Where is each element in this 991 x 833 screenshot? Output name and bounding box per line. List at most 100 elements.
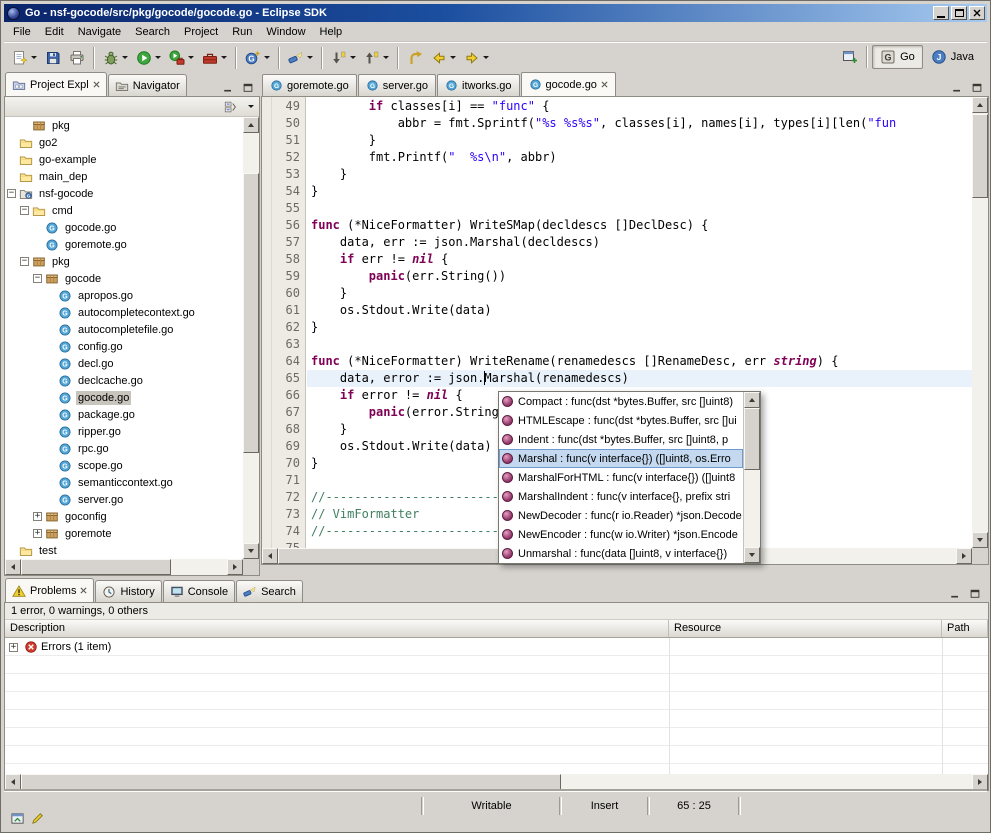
code-line-55[interactable]	[307, 200, 972, 217]
tree-item-decl-go[interactable]: Gdecl.go	[5, 355, 243, 372]
minimize-view-button[interactable]	[948, 80, 966, 96]
tree-item-cmd[interactable]: −cmd	[5, 202, 243, 219]
search-button[interactable]	[284, 46, 317, 70]
completion-item-marshalindent[interactable]: MarshalIndent : func(v interface{}, pref…	[499, 487, 743, 506]
explorer-horizontal-scrollbar[interactable]	[5, 559, 243, 575]
code-line-57[interactable]: data, err := json.Marshal(decldescs)	[307, 234, 972, 251]
perspective-go-button[interactable]: GGo	[872, 45, 923, 69]
dropdown-arrow-icon[interactable]	[188, 56, 194, 59]
scroll-up-button[interactable]	[243, 117, 259, 133]
tree-item-server-go[interactable]: Gserver.go	[5, 491, 243, 508]
tree-item-apropos-go[interactable]: Gapropos.go	[5, 287, 243, 304]
bottom-tab-search[interactable]: Search	[236, 580, 303, 602]
close-button[interactable]	[969, 6, 985, 20]
dropdown-arrow-icon[interactable]	[155, 56, 161, 59]
tree-expander-icon[interactable]: −	[20, 206, 29, 215]
menu-file[interactable]: File	[6, 23, 38, 41]
tree-item-goremote[interactable]: +goremote	[5, 525, 243, 542]
minimize-view-button[interactable]	[946, 586, 964, 602]
menu-help[interactable]: Help	[313, 23, 350, 41]
tree-item-test[interactable]: test	[5, 542, 243, 559]
tree-item-gocode-go[interactable]: Ggocode.go	[5, 389, 243, 406]
menu-search[interactable]: Search	[128, 23, 177, 41]
dropdown-arrow-icon[interactable]	[483, 56, 489, 59]
forward-button[interactable]	[460, 46, 493, 70]
tree-item-goremote-go[interactable]: Ggoremote.go	[5, 236, 243, 253]
close-tab-icon[interactable]	[601, 81, 608, 88]
completion-item-marshalforhtml[interactable]: MarshalForHTML : func(v interface{}) ([]…	[499, 468, 743, 487]
scroll-right-button[interactable]	[227, 559, 243, 575]
completion-item-unmarshal[interactable]: Unmarshal : func(data []uint8, v interfa…	[499, 544, 743, 563]
explorer-vertical-scrollbar[interactable]	[243, 117, 259, 559]
scroll-down-button[interactable]	[243, 543, 259, 559]
popup-scrollbar[interactable]	[743, 392, 760, 563]
dropdown-arrow-icon[interactable]	[307, 56, 313, 59]
tree-item-scope-go[interactable]: Gscope.go	[5, 457, 243, 474]
column-header-path[interactable]: Path	[942, 620, 988, 637]
scroll-up-button[interactable]	[744, 392, 760, 408]
code-line-65[interactable]: data, error := json.Marshal(renamedescs)	[307, 370, 972, 387]
code-line-49[interactable]: if classes[i] == "func" {	[307, 98, 972, 115]
code-line-56[interactable]: func (*NiceFormatter) WriteSMap(decldesc…	[307, 217, 972, 234]
tree-item-pkg[interactable]: pkg	[5, 117, 243, 134]
explorer-tab-navigator[interactable]: Navigator	[108, 74, 187, 96]
scroll-right-button[interactable]	[972, 774, 988, 790]
code-line-64[interactable]: func (*NiceFormatter) WriteRename(rename…	[307, 353, 972, 370]
column-header-resource[interactable]: Resource	[669, 620, 942, 637]
code-line-63[interactable]	[307, 336, 972, 353]
problems-row-errors-1-item[interactable]: +Errors (1 item)	[5, 638, 988, 656]
scroll-left-button[interactable]	[5, 774, 21, 790]
menu-project[interactable]: Project	[177, 23, 225, 41]
tree-item-go-example[interactable]: go-example	[5, 151, 243, 168]
tree-item-gocode[interactable]: −gocode	[5, 270, 243, 287]
close-tab-icon[interactable]	[93, 81, 100, 88]
bottom-tab-history[interactable]: History	[95, 580, 161, 602]
editor-vertical-scrollbar[interactable]	[972, 97, 988, 548]
scrollbar-thumb[interactable]	[972, 114, 988, 198]
scroll-down-button[interactable]	[972, 532, 988, 548]
completion-item-indent[interactable]: Indent : func(dst *bytes.Buffer, src []u…	[499, 430, 743, 449]
scrollbar-thumb[interactable]	[21, 774, 561, 790]
perspective-java-button[interactable]: JJava	[923, 45, 982, 69]
maximize-view-button[interactable]	[239, 80, 257, 96]
external-tools-button[interactable]	[198, 46, 231, 70]
tree-item-autocompletecontext-go[interactable]: Gautocompletecontext.go	[5, 304, 243, 321]
code-line-60[interactable]: }	[307, 285, 972, 302]
run-button[interactable]	[132, 46, 165, 70]
tree-expander-icon[interactable]: −	[20, 257, 29, 266]
fast-view-icon[interactable]	[10, 811, 25, 826]
open-perspective-button[interactable]	[838, 45, 862, 69]
tree-item-gocode-go[interactable]: Ggocode.go	[5, 219, 243, 236]
dropdown-arrow-icon[interactable]	[350, 56, 356, 59]
bottom-tab-problems[interactable]: Problems	[5, 578, 94, 602]
save-button[interactable]	[41, 46, 65, 70]
scrollbar-thumb[interactable]	[744, 408, 760, 470]
tree-item-pkg[interactable]: −pkg	[5, 253, 243, 270]
maximize-button[interactable]	[951, 6, 967, 20]
run-last-launched-button[interactable]	[165, 46, 198, 70]
next-annotation-button[interactable]	[327, 46, 360, 70]
code-line-52[interactable]: fmt.Printf(" %s\n", abbr)	[307, 149, 972, 166]
editor-tab-goremote-go[interactable]: Ggoremote.go	[262, 74, 357, 96]
dropdown-arrow-icon[interactable]	[31, 56, 37, 59]
scroll-right-button[interactable]	[956, 548, 972, 564]
debug-button[interactable]	[99, 46, 132, 70]
dropdown-arrow-icon[interactable]	[450, 56, 456, 59]
scroll-up-button[interactable]	[972, 97, 988, 113]
last-edit-location-button[interactable]	[403, 46, 427, 70]
code-line-59[interactable]: panic(err.String())	[307, 268, 972, 285]
problems-horizontal-scrollbar[interactable]	[5, 774, 988, 790]
editor-tab-itworks-go[interactable]: Gitworks.go	[437, 74, 520, 96]
menu-edit[interactable]: Edit	[38, 23, 71, 41]
previous-annotation-button[interactable]	[360, 46, 393, 70]
tree-item-go2[interactable]: go2	[5, 134, 243, 151]
row-expander-icon[interactable]: +	[9, 643, 18, 652]
dropdown-arrow-icon[interactable]	[264, 56, 270, 59]
back-button[interactable]	[427, 46, 460, 70]
tree-expander-icon[interactable]: −	[33, 274, 42, 283]
maximize-view-button[interactable]	[968, 80, 986, 96]
tree-item-autocompletefile-go[interactable]: Gautocompletefile.go	[5, 321, 243, 338]
dropdown-arrow-icon[interactable]	[221, 56, 227, 59]
column-header-description[interactable]: Description	[5, 620, 669, 637]
print-button[interactable]	[65, 46, 89, 70]
